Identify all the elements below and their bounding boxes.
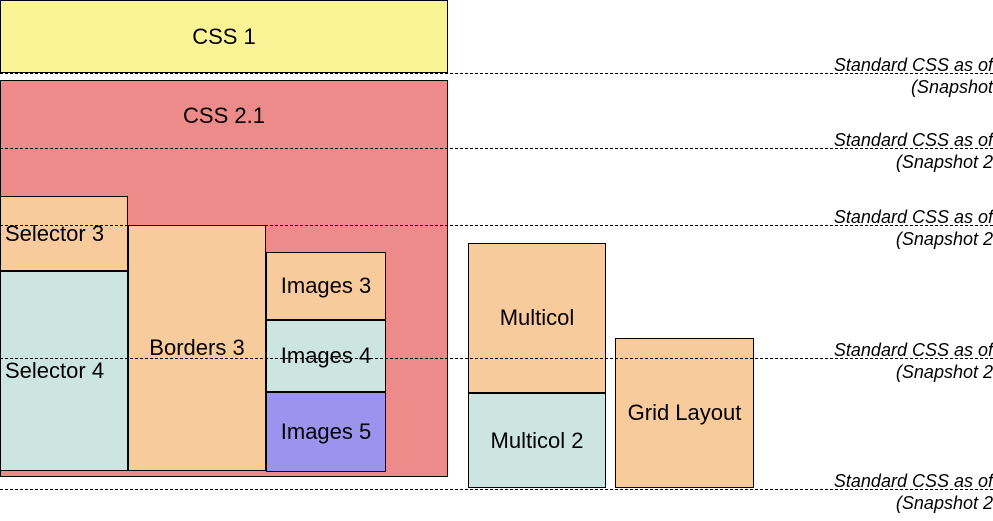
box-multicol2-label: Multicol 2 — [491, 428, 584, 454]
box-multicol: Multicol — [468, 243, 606, 393]
snapshot-annot-4: Standard CSS as of (Snapshot 2 — [834, 340, 993, 383]
snapshot-annot-3-line1: Standard CSS as of — [834, 207, 993, 229]
box-images3: Images 3 — [266, 252, 386, 320]
box-css1: CSS 1 — [0, 0, 448, 73]
snapshot-annot-3: Standard CSS as of (Snapshot 2 — [834, 207, 993, 250]
box-images4: Images 4 — [266, 320, 386, 392]
snapshot-annot-2: Standard CSS as of (Snapshot 2 — [834, 130, 993, 173]
box-multicol-label: Multicol — [500, 305, 575, 331]
box-borders3: Borders 3 — [128, 225, 266, 471]
snapshot-annot-1: Standard CSS as of (Snapshot — [834, 55, 993, 98]
box-multicol2: Multicol 2 — [468, 393, 606, 488]
snapshot-annot-5-line2: (Snapshot 2 — [834, 493, 993, 515]
snapshot-annot-1-line2: (Snapshot — [834, 77, 993, 99]
snapshot-annot-1-line1: Standard CSS as of — [834, 55, 993, 77]
box-images5: Images 5 — [266, 392, 386, 472]
box-selector4-label: Selector 4 — [5, 358, 104, 384]
box-css1-label: CSS 1 — [192, 24, 256, 50]
snapshot-annot-3-line2: (Snapshot 2 — [834, 229, 993, 251]
box-grid: Grid Layout — [615, 338, 754, 488]
box-selector3: Selector 3 — [0, 196, 128, 271]
snapshot-annot-5-line1: Standard CSS as of — [834, 471, 993, 493]
snapshot-annot-2-line1: Standard CSS as of — [834, 130, 993, 152]
box-images5-label: Images 5 — [281, 419, 372, 445]
box-images4-label: Images 4 — [281, 343, 372, 369]
snapshot-annot-4-line2: (Snapshot 2 — [834, 362, 993, 384]
box-grid-label: Grid Layout — [628, 400, 742, 426]
snapshot-annot-4-line1: Standard CSS as of — [834, 340, 993, 362]
box-css21-label: CSS 2.1 — [183, 103, 265, 129]
box-images3-label: Images 3 — [281, 273, 372, 299]
snapshot-annot-2-line2: (Snapshot 2 — [834, 152, 993, 174]
box-selector4: Selector 4 — [0, 271, 128, 471]
snapshot-annot-5: Standard CSS as of (Snapshot 2 — [834, 471, 993, 514]
